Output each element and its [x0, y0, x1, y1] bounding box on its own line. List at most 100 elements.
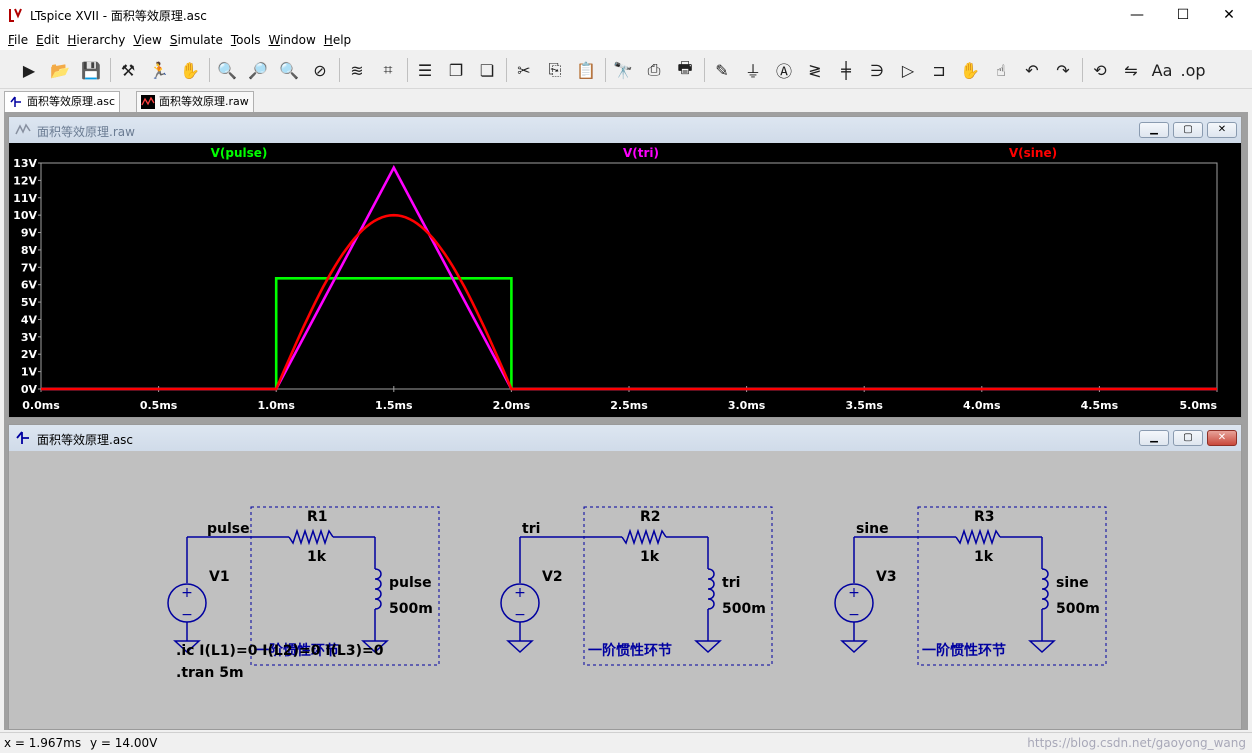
capacitor-button[interactable]: ╪	[833, 57, 859, 83]
menu-item-help[interactable]: Help	[320, 30, 355, 50]
inductor-net-label[interactable]: sine	[1056, 575, 1089, 591]
zoom-area-button[interactable]: 🔎	[245, 57, 271, 83]
directive-tran[interactable]: .tran 5m	[176, 665, 244, 681]
inductor-button[interactable]: ∋	[864, 57, 890, 83]
schematic-close-button[interactable]: ✕	[1207, 430, 1237, 446]
pan-hand-icon: ✋	[180, 60, 200, 80]
menu-item-window[interactable]: Window	[264, 30, 319, 50]
x-tick-label: 0.5ms	[140, 399, 178, 412]
cascade-button[interactable]: ❐	[443, 57, 469, 83]
ground-icon	[506, 640, 534, 654]
waveform-minimize-button[interactable]: ▁	[1139, 122, 1169, 138]
menu-item-view[interactable]: View	[129, 30, 165, 50]
menu-item-hierarchy[interactable]: Hierarchy	[63, 30, 129, 50]
source-label[interactable]: V2	[542, 569, 563, 585]
schematic-minimize-button[interactable]: ▁	[1139, 430, 1169, 446]
cut-button[interactable]: ✂	[511, 57, 537, 83]
waveform-close-button[interactable]: ✕	[1207, 122, 1237, 138]
control-panel-button[interactable]: ⚒	[115, 57, 141, 83]
resistor-icon[interactable]	[621, 528, 667, 546]
waveform-restore-button[interactable]: ▢	[1173, 122, 1203, 138]
fft-button[interactable]: ⌗	[375, 57, 401, 83]
resistor-icon[interactable]	[288, 528, 334, 546]
spice-directive-button[interactable]: .op	[1180, 57, 1206, 83]
net-label-pulse[interactable]: pulse	[207, 521, 250, 537]
paste-button[interactable]: 📋	[573, 57, 599, 83]
resistor-icon[interactable]	[955, 528, 1001, 546]
resistor-name[interactable]: R1	[307, 509, 328, 525]
diode-button[interactable]: ▷	[895, 57, 921, 83]
drag-button[interactable]: ☝	[988, 57, 1014, 83]
inductor-value[interactable]: 500m	[1056, 601, 1100, 617]
rotate-button[interactable]: ⟲	[1087, 57, 1113, 83]
find-button[interactable]: 🔭	[610, 57, 636, 83]
tab-schematic[interactable]: 面积等效原理.asc	[4, 91, 121, 112]
resistor-value[interactable]: 1k	[640, 549, 660, 565]
inductor-value[interactable]: 500m	[389, 601, 433, 617]
inductor-value[interactable]: 500m	[722, 601, 766, 617]
maximize-button[interactable]: ☐	[1160, 0, 1206, 30]
zoom-out-button[interactable]: 🔍	[276, 57, 302, 83]
tile-horizontal-button[interactable]: ☰	[412, 57, 438, 83]
pan-hand-button[interactable]: ✋	[177, 57, 203, 83]
menu-item-tools[interactable]: Tools	[227, 30, 265, 50]
zoom-full-button[interactable]: ⊘	[307, 57, 333, 83]
menu-item-edit[interactable]: Edit	[32, 30, 63, 50]
redo-button[interactable]: ↷	[1050, 57, 1076, 83]
resistor-value[interactable]: 1k	[307, 549, 327, 565]
minimize-button[interactable]: —	[1114, 0, 1160, 30]
print-setup-button[interactable]: 🖶	[672, 57, 698, 83]
component-button[interactable]: ⊐	[926, 57, 952, 83]
waveform-window: 面积等效原理.raw ▁ ▢ ✕ 0V 1V 2V 3V 4V 5V 6V 7V 8V 9V 10V…	[8, 116, 1242, 418]
waveform-chart[interactable]: 0V 1V 2V 3V 4V 5V 6V 7V 8V 9V 10V 11V 12V 13V 0.0ms 0.5…	[9, 143, 1241, 417]
directive-ic[interactable]: .ic I(L1)=0 I(L2)=0 I(L3)=0	[176, 643, 383, 659]
block-label[interactable]: 一阶惯性环节	[588, 642, 672, 659]
close-button[interactable]: ✕	[1206, 0, 1252, 30]
inductor-icon[interactable]	[1041, 568, 1049, 610]
schematic-restore-button[interactable]: ▢	[1173, 430, 1203, 446]
net-label-sine[interactable]: sine	[856, 521, 889, 537]
source-label[interactable]: V3	[876, 569, 897, 585]
menu-item-file[interactable]: File	[4, 30, 32, 50]
draw-wire-button[interactable]: ✎	[709, 57, 735, 83]
print-button[interactable]: ⎙	[641, 57, 667, 83]
copy-button[interactable]: ⎘	[542, 57, 568, 83]
legend-vtri[interactable]: V(tri)	[623, 146, 659, 160]
open-button[interactable]: 📂	[47, 57, 73, 83]
ground-button[interactable]: ⏚	[740, 57, 766, 83]
legend-vsine[interactable]: V(sine)	[1009, 146, 1057, 160]
resistor-name[interactable]: R2	[640, 509, 661, 525]
save-button[interactable]: 💾	[78, 57, 104, 83]
x-tick-label: 4.5ms	[1081, 399, 1119, 412]
resistor-name[interactable]: R3	[974, 509, 995, 525]
halt-button[interactable]: 🏃	[146, 57, 172, 83]
zoom-in-button[interactable]: 🔍	[214, 57, 240, 83]
net-label-tri[interactable]: tri	[522, 521, 540, 537]
status-bar: x = 1.967ms y = 14.00V https://blog.csdn…	[0, 732, 1252, 753]
source-label[interactable]: V1	[209, 569, 230, 585]
inductor-net-label[interactable]: pulse	[389, 575, 432, 591]
label-net-button[interactable]: Ⓐ	[771, 57, 797, 83]
block-label[interactable]: 一阶惯性环节	[922, 642, 1006, 659]
resistor-value[interactable]: 1k	[974, 549, 994, 565]
waveform-window-titlebar[interactable]: 面积等效原理.raw ▁ ▢ ✕	[9, 117, 1241, 143]
menu-item-simulate[interactable]: Simulate	[166, 30, 227, 50]
tab-waveform[interactable]: 面积等效原理.raw	[136, 91, 254, 112]
draw-wire-icon: ✎	[715, 60, 729, 80]
tile-vertical-button[interactable]: ❏	[474, 57, 500, 83]
schematic-window-titlebar[interactable]: 面积等效原理.asc ▁ ▢ ✕	[9, 425, 1241, 451]
autorange-button[interactable]: ≋	[344, 57, 370, 83]
waveform-plot[interactable]: 0V 1V 2V 3V 4V 5V 6V 7V 8V 9V 10V 11V 12V 13V 0.0ms 0.5…	[9, 143, 1241, 417]
run-button[interactable]: ▶	[16, 57, 42, 83]
inductor-net-label[interactable]: tri	[722, 575, 740, 591]
text-button[interactable]: Aa	[1149, 57, 1175, 83]
undo-button[interactable]: ↶	[1019, 57, 1045, 83]
inductor-icon[interactable]	[374, 568, 382, 610]
schematic-canvas[interactable]: + − pulse V1 R1 1k pulse 500m 一阶惯性环节 + − tri V2 R2 1k t…	[9, 451, 1241, 729]
legend-vpulse[interactable]: V(pulse)	[211, 146, 268, 160]
inductor-icon[interactable]	[707, 568, 715, 610]
menu-label: dit	[43, 33, 60, 47]
move-button[interactable]: ✋	[957, 57, 983, 83]
resistor-button[interactable]: ≷	[802, 57, 828, 83]
mirror-button[interactable]: ⇋	[1118, 57, 1144, 83]
